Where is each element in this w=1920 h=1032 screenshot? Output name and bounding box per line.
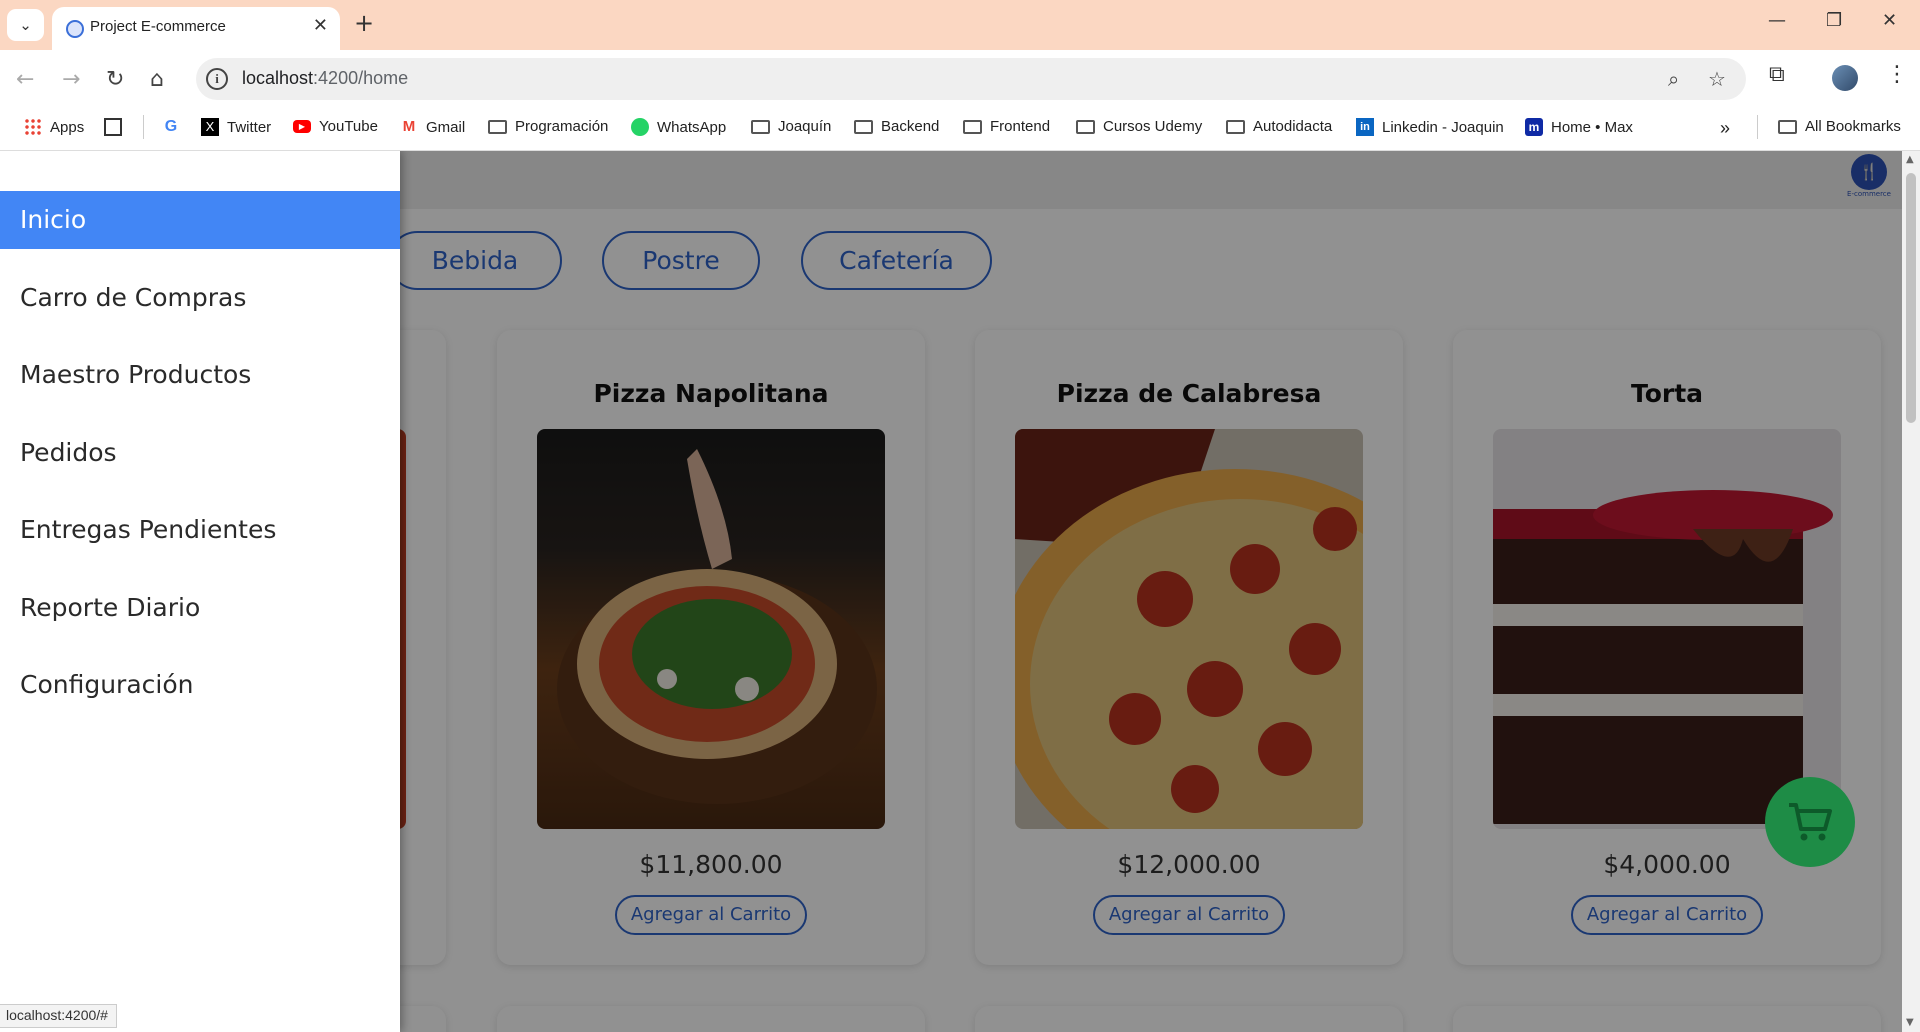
- bookmark-cursos-udemy[interactable]: Cursos Udemy: [1076, 118, 1202, 135]
- folder-icon: [488, 119, 507, 134]
- bookmark-label: Twitter: [227, 118, 272, 136]
- side-navigation: Inicio Carro de Compras Maestro Producto…: [0, 151, 400, 1032]
- url-path: :4200/home: [313, 68, 409, 88]
- bookmark-label: Frontend: [990, 118, 1051, 135]
- cart-fab-button[interactable]: [1765, 777, 1855, 867]
- folder-icon: [1076, 119, 1095, 134]
- tab-strip: ⌄ Project E-commerce ✕ + — ❐ ✕: [0, 0, 1920, 50]
- home-icon[interactable]: ⌂: [150, 67, 164, 92]
- bookmark-label: Home • Max: [1551, 118, 1633, 136]
- bookmark-programacion[interactable]: Programación: [488, 118, 608, 135]
- restore-icon[interactable]: ❐: [1826, 10, 1842, 31]
- gmail-icon: M: [402, 118, 416, 135]
- bookmark-whatsapp[interactable]: WhatsApp: [631, 118, 726, 136]
- site-info-icon[interactable]: i: [206, 68, 228, 90]
- scroll-up-icon[interactable]: ▲: [1906, 154, 1914, 165]
- bookmark-backend[interactable]: Backend: [854, 118, 939, 135]
- url-host: localhost: [242, 68, 314, 88]
- nav-item-pedidos[interactable]: Pedidos: [0, 424, 400, 482]
- bookmark-twitter[interactable]: X Twitter: [201, 118, 271, 136]
- bookmark-frontend[interactable]: Frontend: [963, 118, 1050, 135]
- shopping-cart-icon: [1789, 803, 1832, 841]
- folder-icon: [854, 119, 873, 134]
- grid-icon: [104, 118, 122, 136]
- bookmark-label: Joaquín: [778, 118, 832, 135]
- tab-title: Project E-commerce: [90, 18, 226, 35]
- scroll-down-icon[interactable]: ▼: [1906, 1017, 1914, 1028]
- zoom-icon[interactable]: ⌕: [1668, 67, 1679, 91]
- all-bookmarks-button[interactable]: All Bookmarks: [1778, 118, 1901, 135]
- app-page: 🍴 E-commerce Bebida Postre Cafetería Piz…: [0, 151, 1920, 1032]
- linkedin-icon: in: [1356, 118, 1374, 136]
- google-icon: G: [164, 118, 178, 135]
- tab-favicon-icon: [66, 20, 84, 38]
- x-icon: X: [201, 118, 219, 136]
- nav-item-reporte-diario[interactable]: Reporte Diario: [0, 579, 400, 637]
- status-url: localhost:4200/#: [0, 1004, 117, 1028]
- scroll-thumb[interactable]: [1906, 173, 1916, 423]
- bookmark-label: Apps: [50, 118, 85, 136]
- address-bar[interactable]: i localhost:4200/home ⌕ ☆: [196, 58, 1746, 100]
- bookmark-label: Programación: [515, 118, 609, 135]
- new-tab-icon[interactable]: +: [354, 9, 374, 37]
- bookmark-max[interactable]: m Home • Max: [1525, 118, 1633, 136]
- nav-item-inicio[interactable]: Inicio: [0, 191, 400, 249]
- bookmark-linkedin[interactable]: in Linkedin - Joaquin: [1356, 118, 1504, 136]
- bookmark-google[interactable]: G: [162, 118, 180, 136]
- forward-icon[interactable]: →: [62, 67, 80, 92]
- bookmark-label: Cursos Udemy: [1103, 118, 1203, 135]
- bookmark-autodidacta[interactable]: Autodidacta: [1226, 118, 1332, 135]
- bookmark-label: WhatsApp: [657, 118, 727, 136]
- reload-icon[interactable]: ↻: [106, 67, 124, 92]
- divider: [143, 115, 144, 139]
- close-tab-icon[interactable]: ✕: [313, 15, 328, 36]
- folder-icon: [963, 119, 982, 134]
- bookmark-grid[interactable]: [104, 118, 122, 136]
- bookmark-apps[interactable]: Apps: [24, 118, 84, 136]
- tab-search-button[interactable]: ⌄: [7, 9, 44, 41]
- bookmark-label: Gmail: [426, 118, 466, 136]
- extensions-icon[interactable]: ⧉: [1769, 62, 1785, 87]
- divider: [1757, 115, 1758, 139]
- youtube-icon: ▶: [293, 120, 311, 133]
- bookmark-youtube[interactable]: ▶ YouTube: [293, 118, 378, 135]
- chevron-down-icon: ⌄: [19, 16, 32, 34]
- bookmark-label: All Bookmarks: [1805, 118, 1901, 135]
- url-text[interactable]: localhost:4200/home: [242, 68, 408, 89]
- bookmark-label: Linkedin - Joaquin: [1382, 118, 1504, 136]
- page-scrollbar[interactable]: ▲ ▼: [1902, 151, 1920, 1032]
- menu-kebab-icon[interactable]: ⋮: [1886, 62, 1908, 87]
- close-window-icon[interactable]: ✕: [1882, 10, 1897, 31]
- bookmarks-overflow-button[interactable]: »: [1720, 118, 1730, 139]
- folder-icon: [1778, 119, 1797, 134]
- minimize-icon[interactable]: —: [1768, 10, 1786, 31]
- nav-item-configuracion[interactable]: Configuración: [0, 656, 400, 714]
- bookmark-label: YouTube: [319, 118, 378, 135]
- bookmark-gmail[interactable]: M Gmail: [400, 118, 465, 136]
- bookmark-label: Autodidacta: [1253, 118, 1333, 135]
- bookmark-label: Backend: [881, 118, 940, 135]
- nav-item-entregas-pendientes[interactable]: Entregas Pendientes: [0, 501, 400, 559]
- apps-grid-icon: [24, 118, 42, 136]
- active-tab[interactable]: Project E-commerce ✕: [52, 7, 340, 50]
- back-icon[interactable]: ←: [16, 67, 34, 92]
- nav-item-carro-de-compras[interactable]: Carro de Compras: [0, 269, 400, 327]
- bookmark-star-icon[interactable]: ☆: [1708, 67, 1726, 91]
- profile-avatar[interactable]: [1832, 65, 1858, 91]
- max-icon: m: [1525, 118, 1543, 136]
- folder-icon: [751, 119, 770, 134]
- browser-toolbar: ← → ↻ ⌂ i localhost:4200/home ⌕ ☆: [0, 50, 1920, 108]
- nav-item-maestro-productos[interactable]: Maestro Productos: [0, 346, 400, 404]
- double-chevron-icon: »: [1720, 118, 1731, 138]
- bookmark-joaquin[interactable]: Joaquín: [751, 118, 831, 135]
- folder-icon: [1226, 119, 1245, 134]
- whatsapp-icon: [631, 118, 649, 136]
- bookmarks-bar: Apps G X Twitter ▶ YouTube M Gmail Progr…: [0, 108, 1920, 151]
